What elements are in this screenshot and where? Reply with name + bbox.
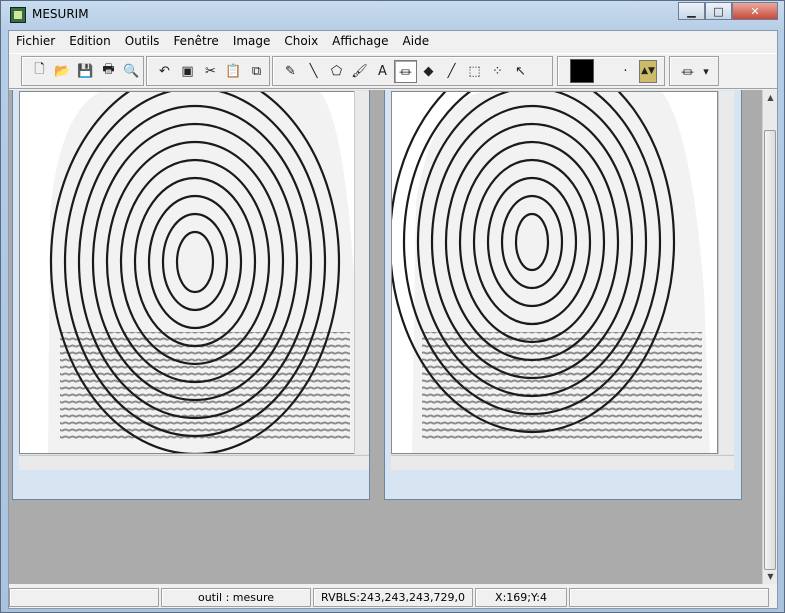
points-icon[interactable]: ⁘ [486, 60, 509, 83]
image-canvas-left[interactable] [19, 91, 366, 454]
brush-icon[interactable]: 🖌 [348, 60, 371, 83]
menu-image[interactable]: Image [226, 31, 278, 51]
image-icon[interactable]: ▣ [176, 60, 199, 83]
status-tool: outil : mesure [161, 587, 311, 607]
right-horizontal-scrollbar[interactable] [391, 455, 734, 470]
scroll-thumb[interactable] [764, 130, 776, 570]
menu-outils[interactable]: Outils [118, 31, 167, 51]
menu-bar: Fichier Edition Outils Fenêtre Image Cho… [9, 31, 777, 51]
image-window-right[interactable] [384, 90, 742, 500]
menu-affichage[interactable]: Affichage [325, 31, 395, 51]
color-toolbar-group: · ▲▼ [557, 56, 665, 86]
pointer-icon[interactable]: ↖ [509, 60, 532, 83]
menu-choix[interactable]: Choix [277, 31, 325, 51]
draw-toolbar-group: ✎ ╲ ⬠ 🖌 A ⏛ ◆ ╱ ⬚ ⁘ ↖ [272, 56, 553, 86]
status-panel-extra [569, 587, 769, 607]
mode-dropdown-arrow-icon[interactable]: ▾ [699, 60, 713, 83]
status-bar: outil : mesure RVBLS:243,243,243,729,0 X… [9, 586, 777, 608]
mode-measure-icon[interactable]: ⏛ [676, 60, 699, 83]
app-window: MESURIM ▁ □ ✕ Fichier Edition Outils Fen… [0, 0, 785, 613]
status-rvbls: RVBLS:243,243,243,729,0 [313, 587, 473, 607]
menu-edition[interactable]: Edition [62, 31, 118, 51]
status-panel-empty [9, 587, 159, 607]
left-vertical-scrollbar[interactable] [354, 91, 369, 454]
image-canvas-right[interactable] [391, 91, 718, 454]
current-color-swatch[interactable] [570, 59, 594, 83]
new-icon[interactable]: 🗋 [28, 60, 51, 83]
fingerprint-right-image [392, 92, 710, 453]
save-icon[interactable]: 💾 [74, 60, 97, 83]
shape-icon[interactable]: ⬠ [325, 60, 348, 83]
cut-icon[interactable]: ✂ [199, 60, 222, 83]
right-vertical-scrollbar[interactable] [718, 91, 734, 454]
fingerprint-left-image [48, 92, 357, 453]
copy-icon[interactable]: ⧉ [245, 60, 268, 83]
file-toolbar-group: 🗋 📂 💾 🖶 🔍 [21, 56, 144, 86]
menu-aide[interactable]: Aide [396, 31, 437, 51]
menu-fenetre[interactable]: Fenêtre [166, 31, 225, 51]
scroll-down-arrow-icon[interactable]: ▼ [763, 569, 778, 584]
toolbar: 🗋 📂 💾 🖶 🔍 ↶ ▣ ✂ 📋 ⧉ ✎ ╲ ⬠ 🖌 A ⏛ ◆ ╱ ⬚ ⁘ ↖ · ▲▼ ⏛ ▾ [9, 53, 777, 89]
line-icon[interactable]: ╲ [302, 60, 325, 83]
brush-size-indicator: · [623, 63, 628, 79]
text-icon[interactable]: A [371, 60, 394, 83]
workspace-vertical-scrollbar[interactable]: ▲ ▼ [762, 90, 777, 584]
left-horizontal-scrollbar[interactable] [19, 455, 369, 470]
measure-icon[interactable]: ⏛ [394, 59, 417, 83]
select-rect-icon[interactable]: ⬚ [463, 60, 486, 83]
minimize-button[interactable]: ▁ [678, 2, 705, 20]
size-stepper[interactable]: ▲▼ [639, 59, 657, 83]
edit-toolbar-group: ↶ ▣ ✂ 📋 ⧉ [146, 56, 270, 86]
open-icon[interactable]: 📂 [51, 60, 74, 83]
image-window-left[interactable] [12, 90, 370, 500]
zoom-icon[interactable]: 🔍 [120, 60, 143, 83]
print-icon[interactable]: 🖶 [97, 60, 120, 83]
client-area: Fichier Edition Outils Fenêtre Image Cho… [8, 30, 778, 609]
window-title: MESURIM [32, 7, 89, 21]
color-picker-icon[interactable]: ╱ [440, 60, 463, 83]
status-coordinates: X:169;Y:4 [475, 587, 567, 607]
mdi-workspace [9, 90, 762, 584]
app-logo-icon [10, 7, 26, 23]
maximize-button[interactable]: □ [705, 2, 732, 20]
scroll-up-arrow-icon[interactable]: ▲ [763, 90, 778, 105]
mode-toolbar-group: ⏛ ▾ [669, 56, 719, 86]
paste-icon[interactable]: 📋 [222, 60, 245, 83]
undo-icon[interactable]: ↶ [153, 60, 176, 83]
fill-icon[interactable]: ◆ [417, 60, 440, 83]
pencil-icon[interactable]: ✎ [279, 60, 302, 83]
title-bar[interactable]: MESURIM ▁ □ ✕ [1, 1, 784, 29]
close-button[interactable]: ✕ [732, 2, 778, 20]
menu-fichier[interactable]: Fichier [9, 31, 62, 51]
